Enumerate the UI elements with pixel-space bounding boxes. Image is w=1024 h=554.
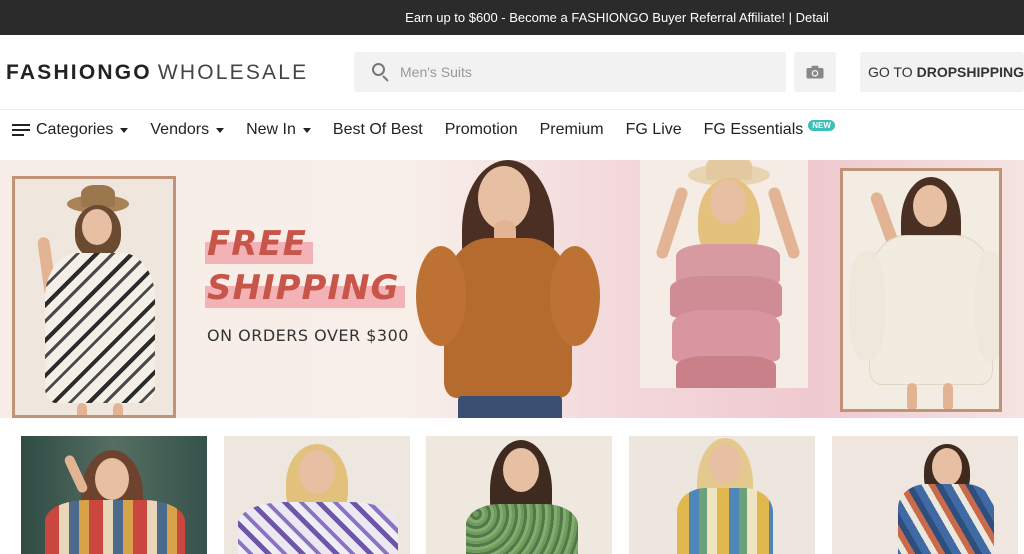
nav-fg-live[interactable]: FG Live [626, 121, 682, 139]
banner-line-shipping: SHIPPING [205, 268, 406, 308]
promo-banner[interactable]: FREE SHIPPING ON ORDERS OVER $300 [0, 160, 1024, 418]
site-logo[interactable]: FASHIONGO WHOLESALE [6, 61, 308, 85]
nav-promotion[interactable]: Promotion [445, 121, 518, 139]
logo-sub: WHOLESALE [157, 61, 309, 84]
menu-icon [12, 124, 30, 136]
nav-label: Categories [36, 121, 114, 138]
nav-best-of-best[interactable]: Best Of Best [333, 121, 423, 139]
banner-photo-center [410, 160, 630, 418]
nav-label: New In [246, 121, 296, 138]
nav-label: FG Live [625, 121, 682, 138]
dropshipping-button[interactable]: GO TO DROPSHIPPING [860, 52, 1024, 92]
banner-photo-left [12, 176, 176, 418]
dropship-prefix: GO TO [868, 64, 913, 80]
nav-vendors[interactable]: Vendors [150, 121, 225, 139]
product-card[interactable] [629, 436, 815, 554]
chevron-down-icon [216, 127, 225, 133]
main-nav: Categories Vendors New In Best Of Best P… [0, 110, 1024, 150]
announcement-bar[interactable]: Earn up to $600 - Become a FASHIONGO Buy… [0, 0, 1024, 35]
nav-label: Best Of Best [332, 121, 423, 138]
banner-subline: ON ORDERS OVER $300 [207, 326, 409, 345]
announcement-text[interactable]: Earn up to $600 - Become a FASHIONGO Buy… [0, 10, 1024, 25]
camera-icon [806, 65, 824, 79]
chevron-down-icon [120, 127, 129, 133]
nav-fg-essentials[interactable]: FG Essentials NEW [703, 119, 835, 139]
logo-brand: FASHIONGO [6, 61, 152, 84]
nav-categories[interactable]: Categories [12, 121, 129, 139]
product-card[interactable] [224, 436, 410, 554]
search-bar[interactable] [354, 52, 786, 92]
nav-label: Vendors [150, 121, 210, 138]
banner-photo-right [840, 168, 1002, 412]
image-search-button[interactable] [794, 52, 836, 92]
banner-headline: FREE SHIPPING [205, 224, 406, 308]
search-input[interactable] [400, 64, 760, 80]
product-grid [0, 436, 1024, 554]
nav-premium[interactable]: Premium [540, 121, 604, 139]
nav-label: Promotion [444, 121, 518, 138]
search-icon[interactable] [372, 63, 390, 82]
dropship-bold: DROPSHIPPING [916, 64, 1024, 80]
nav-new-in[interactable]: New In [246, 121, 311, 139]
site-header: FASHIONGOWHOLESALE GO TODROPSHIPPING [0, 35, 1024, 110]
product-card[interactable] [832, 436, 1018, 554]
nav-label: Premium [539, 121, 604, 138]
product-card[interactable] [21, 436, 207, 554]
new-badge: NEW [808, 119, 835, 131]
banner-photo-pink [640, 160, 808, 388]
nav-label: FG Essentials [703, 121, 804, 138]
banner-line-free: FREE [205, 224, 313, 264]
chevron-down-icon [302, 127, 311, 133]
product-card[interactable] [426, 436, 612, 554]
